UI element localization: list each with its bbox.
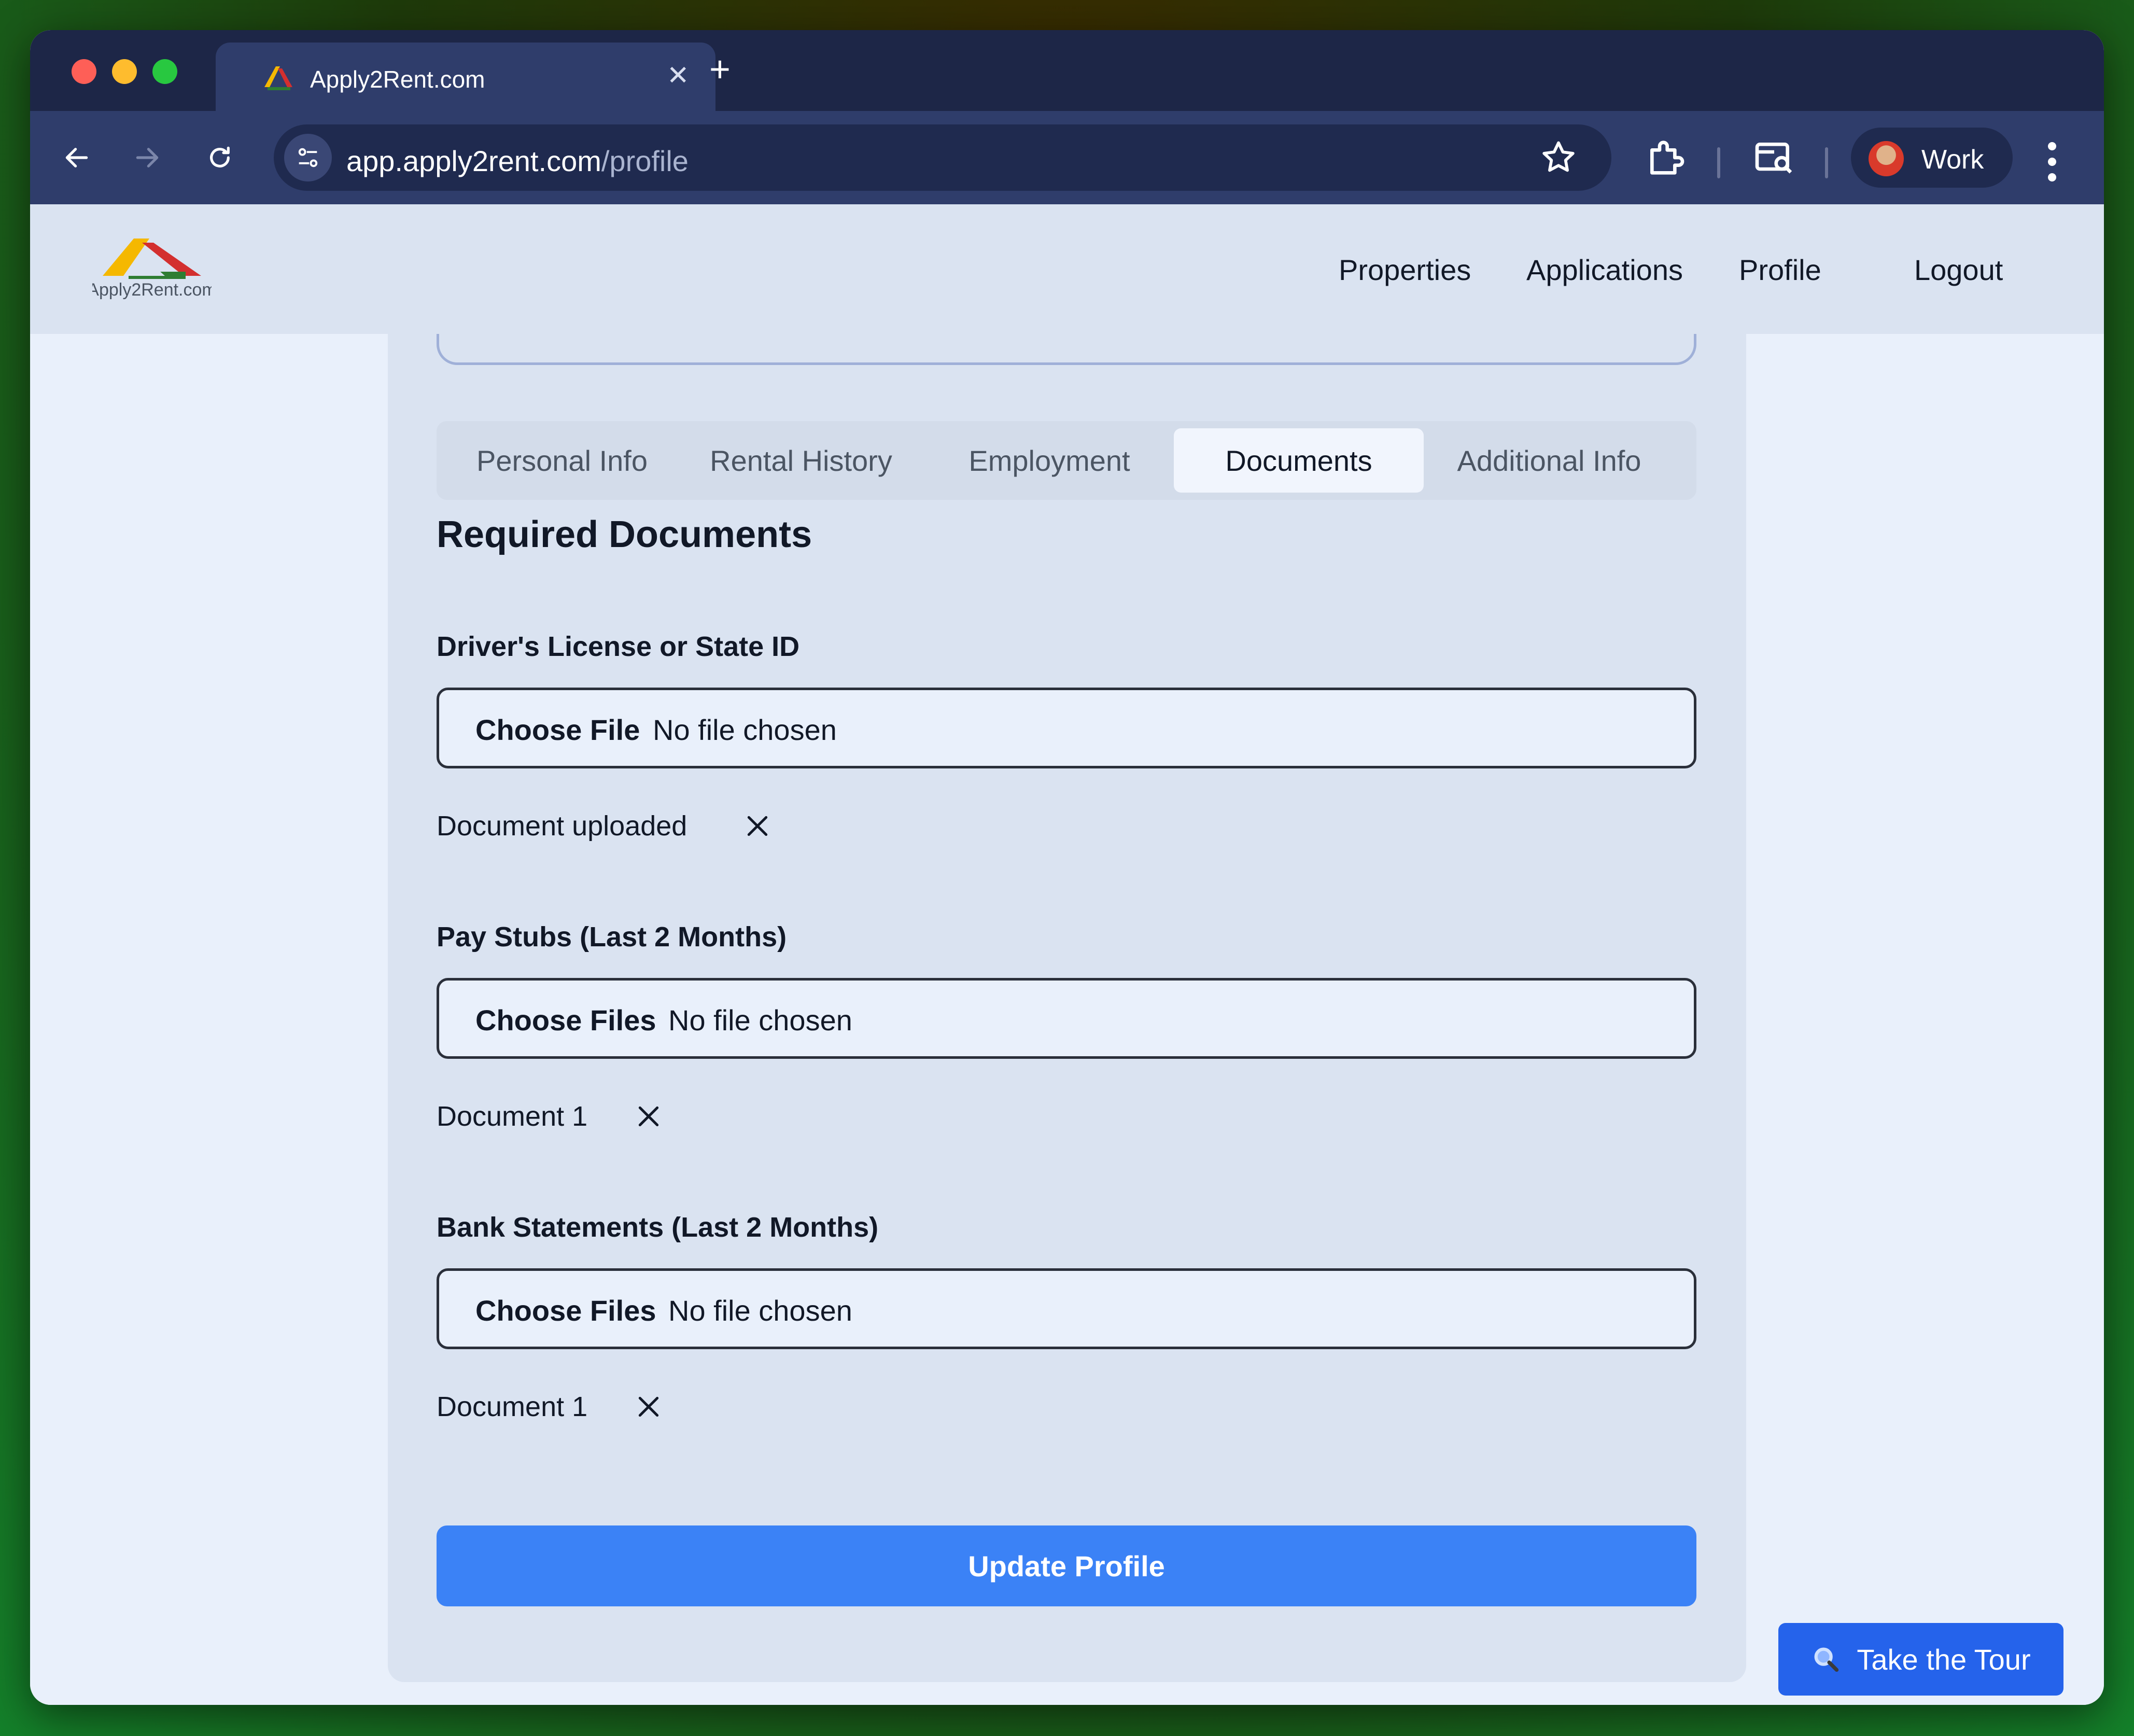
uploaded-document-label: Document 1 — [437, 1391, 588, 1422]
profile-tabs: Personal Info Rental History Employment … — [437, 421, 1696, 500]
remove-document-icon[interactable] — [636, 1394, 662, 1420]
svg-text:Apply2Rent.com: Apply2Rent.com — [92, 280, 212, 300]
url-path: /profile — [601, 145, 689, 177]
remove-document-icon[interactable] — [636, 1103, 662, 1129]
bank-statements-label: Bank Statements (Last 2 Months) — [437, 1212, 879, 1243]
arrow-right-icon — [136, 148, 159, 167]
new-tab-icon[interactable]: + — [709, 51, 731, 87]
pay-stubs-file-input[interactable]: Choose Files No file chosen — [437, 978, 1696, 1059]
url-text: app.apply2rent.com/profile — [346, 144, 689, 178]
tab-personal-info[interactable]: Personal Info — [447, 428, 677, 493]
magnifier-icon — [1814, 1647, 1839, 1672]
nav-profile-link[interactable]: Profile — [1739, 253, 1821, 287]
pay-stubs-label: Pay Stubs (Last 2 Months) — [437, 921, 787, 953]
nav-applications-link[interactable]: Applications — [1526, 253, 1683, 287]
uploaded-document-label: Document uploaded — [437, 810, 687, 842]
extensions-icon[interactable] — [1642, 135, 1688, 180]
choose-file-button[interactable]: Choose File — [475, 713, 640, 747]
file-status: No file chosen — [653, 713, 837, 746]
tab-additional-info[interactable]: Additional Info — [1424, 428, 1675, 493]
url-host: app.apply2rent.com — [346, 145, 601, 177]
reload-button[interactable] — [194, 132, 246, 184]
remove-document-icon[interactable] — [745, 813, 770, 839]
toolbar-separator — [1717, 147, 1720, 178]
browser-tab[interactable]: Apply2Rent.com ✕ — [216, 43, 715, 111]
profile-name: Work — [1921, 145, 1984, 175]
choose-files-button[interactable]: Choose Files — [475, 1294, 656, 1327]
take-the-tour-button[interactable]: Take the Tour — [1778, 1623, 2063, 1696]
tab-rental-history[interactable]: Rental History — [677, 428, 925, 493]
browser-window: Apply2Rent.com ✕ + app.apply2rent.com/pr… — [30, 30, 2104, 1705]
nav-logout-link[interactable]: Logout — [1914, 253, 2003, 287]
close-window-button[interactable] — [72, 59, 96, 84]
site-settings-button[interactable] — [284, 134, 332, 181]
bookmark-star-icon[interactable] — [1539, 138, 1578, 177]
apply2rent-logo[interactable]: Apply2Rent.com — [92, 235, 212, 303]
section-title: Required Documents — [437, 514, 812, 555]
address-bar[interactable]: app.apply2rent.com/profile — [274, 124, 1611, 191]
back-button[interactable] — [51, 132, 103, 184]
arrow-left-icon — [65, 148, 88, 167]
tab-strip: Apply2Rent.com ✕ + — [30, 30, 2104, 111]
tab-employment[interactable]: Employment — [925, 428, 1174, 493]
more-options-icon[interactable] — [2047, 141, 2057, 183]
bank-statements-file-input[interactable]: Choose Files No file chosen — [437, 1268, 1696, 1349]
uploaded-document-label: Document 1 — [437, 1101, 588, 1132]
tab-documents[interactable]: Documents — [1174, 428, 1424, 493]
nav-properties-link[interactable]: Properties — [1339, 253, 1471, 287]
drivers-license-file-input[interactable]: Choose File No file chosen — [437, 688, 1696, 768]
browser-toolbar: app.apply2rent.com/profile Work — [30, 111, 2104, 204]
tab-title: Apply2Rent.com — [310, 66, 485, 93]
minimize-window-button[interactable] — [112, 59, 137, 84]
profile-chip[interactable]: Work — [1851, 128, 2013, 188]
take-the-tour-label: Take the Tour — [1857, 1643, 2031, 1676]
reload-icon — [210, 146, 230, 167]
choose-files-button[interactable]: Choose Files — [475, 1003, 656, 1037]
file-status: No file chosen — [668, 1294, 852, 1327]
tab-close-icon[interactable]: ✕ — [667, 62, 690, 89]
profile-card: Personal Info Rental History Employment … — [388, 235, 1746, 1682]
tune-icon — [298, 148, 318, 167]
page-content: Apply2Rent.com Properties Applications P… — [30, 204, 2104, 1705]
maximize-window-button[interactable] — [152, 59, 177, 84]
toolbar-separator — [1825, 147, 1828, 178]
avatar — [1869, 141, 1904, 176]
app-navbar: Apply2Rent.com Properties Applications P… — [30, 204, 2104, 334]
update-profile-button[interactable]: Update Profile — [437, 1525, 1696, 1606]
drivers-license-label: Driver's License or State ID — [437, 631, 800, 662]
tab-search-icon[interactable] — [1751, 135, 1797, 180]
forward-button[interactable] — [121, 132, 173, 184]
apply2rent-favicon-icon — [264, 66, 292, 90]
file-status: No file chosen — [668, 1004, 852, 1037]
